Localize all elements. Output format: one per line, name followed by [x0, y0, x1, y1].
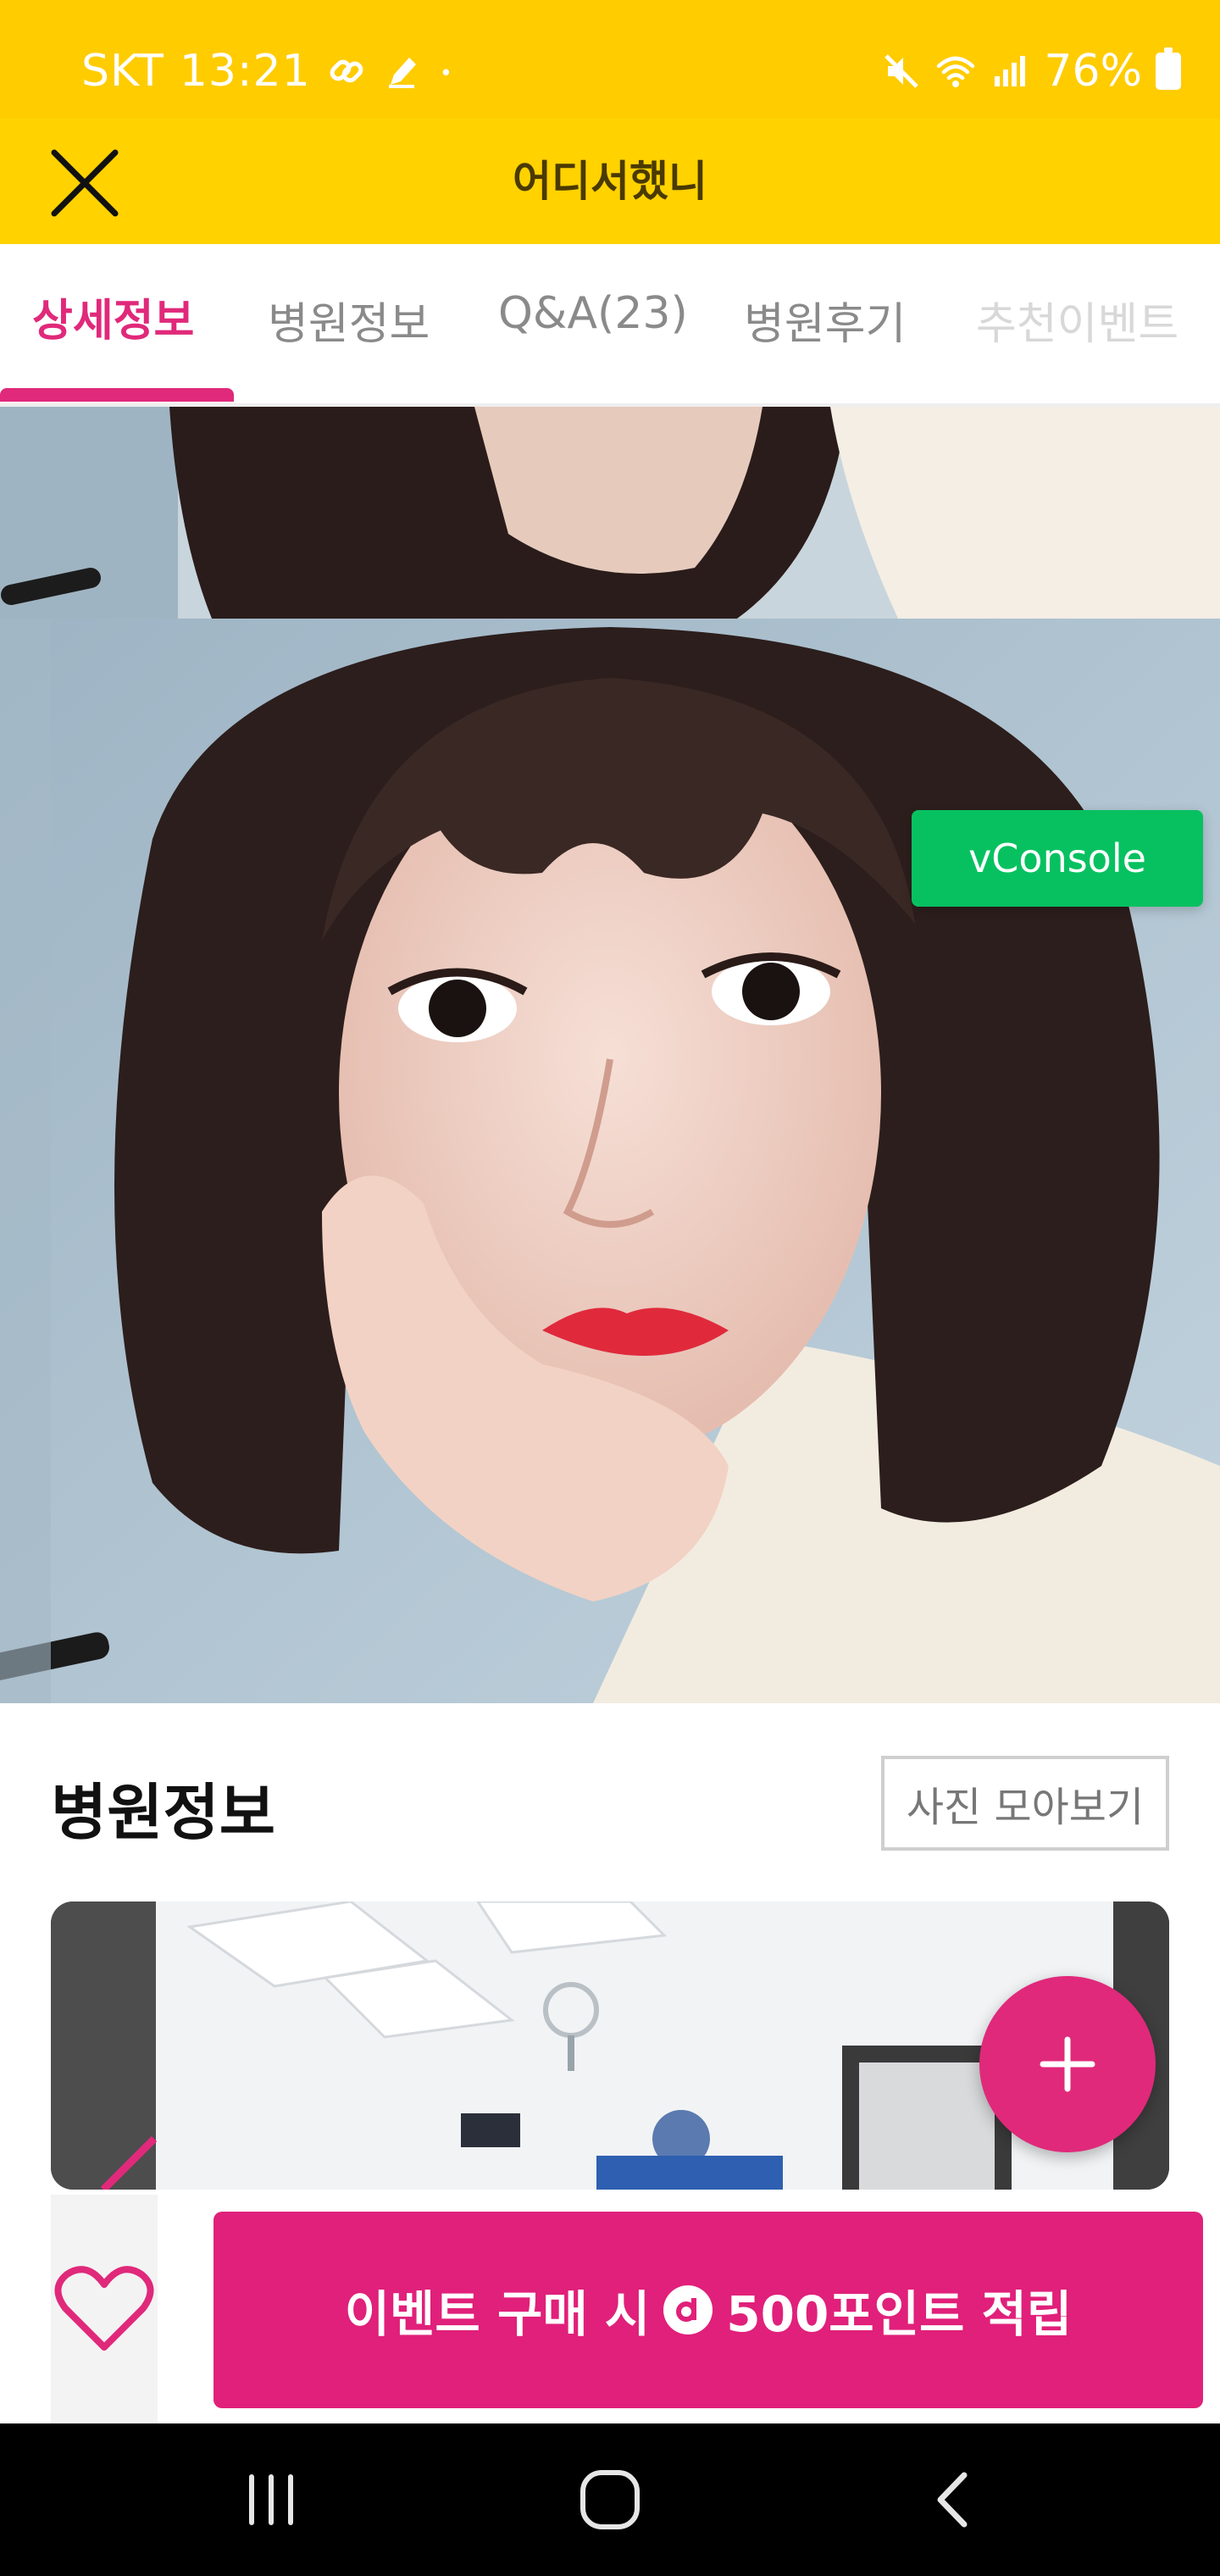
buy-button-prefix: 이벤트 구매 시 [344, 2285, 651, 2343]
system-nav-bar [0, 2423, 1220, 2576]
app-title: 어디서했니 [513, 157, 707, 206]
hospital-section-title: 병원정보 [51, 1777, 275, 1848]
point-logo-icon [663, 2285, 713, 2334]
status-left: SKT 13:21 [81, 37, 463, 105]
tab-hospital-info[interactable]: 병원정보 [268, 288, 430, 352]
tab-bar: 상세정보 병원정보 Q&A(23) 병원후기 추천이벤트 [0, 244, 1220, 405]
event-photo-top [0, 407, 1220, 619]
home-icon [580, 2470, 640, 2529]
recent-apps-button[interactable] [229, 2457, 313, 2542]
clinic-photo [156, 1901, 1113, 2190]
battery-percent: 76% [1044, 46, 1142, 97]
close-button[interactable] [39, 137, 130, 229]
back-icon [937, 2472, 968, 2528]
photo-gallery-button[interactable]: 사진 모아보기 [881, 1756, 1169, 1851]
link-icon [330, 59, 363, 83]
clinic-photo-art [156, 1901, 1113, 2190]
battery-icon [1156, 47, 1181, 90]
status-right: 76% [881, 37, 1181, 105]
plus-icon [1040, 2036, 1095, 2092]
wifi-icon [937, 56, 975, 87]
tab-recommended-events[interactable]: 추천이벤트 [976, 288, 1178, 352]
mute-icon [884, 54, 919, 88]
pen-icon [388, 58, 416, 88]
tab-qna[interactable]: Q&A(23) [498, 288, 688, 339]
buy-button-suffix: 500포인트 적립 [726, 2285, 1073, 2343]
active-tab-indicator [0, 388, 234, 402]
buy-event-button[interactable]: 이벤트 구매 시 500포인트 적립 [214, 2212, 1203, 2408]
app-header: 어디서했니 [0, 119, 1220, 244]
signal-icon [995, 56, 1026, 86]
recent-apps-icon [249, 2474, 293, 2525]
home-button[interactable] [568, 2457, 652, 2542]
back-button[interactable] [910, 2457, 995, 2542]
vconsole-button[interactable]: vConsole [912, 810, 1203, 907]
tab-detail-info[interactable]: 상세정보 [32, 285, 194, 348]
status-bar: SKT 13:21 76% [0, 0, 1220, 119]
event-photo-main-art [0, 619, 1220, 1703]
clock: 13:21 [179, 46, 311, 97]
dot-icon [442, 69, 449, 75]
heart-icon [54, 2266, 154, 2351]
close-icon [51, 149, 119, 217]
add-fab-button[interactable] [979, 1976, 1156, 2152]
carrier-label: SKT [81, 46, 164, 97]
favorite-button[interactable] [51, 2195, 158, 2423]
slide-left-arrow-icon [100, 2135, 158, 2190]
event-photo-main [0, 619, 1220, 1703]
event-photo-top-art [0, 407, 1220, 619]
bottom-action-bar: 이벤트 구매 시 500포인트 적립 [0, 2195, 1220, 2423]
tab-hospital-reviews[interactable]: 병원후기 [744, 288, 906, 352]
